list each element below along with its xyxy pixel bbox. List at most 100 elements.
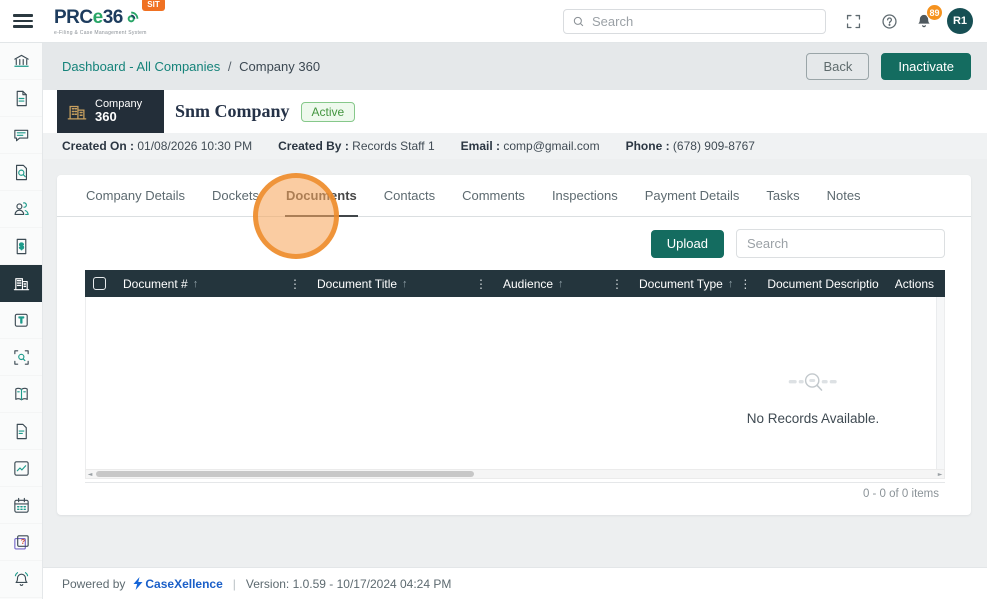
horizontal-scrollbar[interactable]: ◄ ► (85, 469, 945, 479)
col-document-title[interactable]: Document Title ↑ ⋮ (309, 270, 495, 297)
sidebar-item-filings[interactable] (0, 80, 42, 117)
sidebar-item-calendar[interactable] (0, 487, 42, 524)
global-search-input[interactable] (592, 13, 817, 29)
global-search[interactable] (563, 8, 826, 34)
grid-header: Document # ↑ ⋮ Document Title ↑ ⋮ Audien… (85, 270, 945, 297)
sidebar-item-users[interactable] (0, 191, 42, 228)
tab-contacts[interactable]: Contacts (383, 175, 436, 217)
app-root: { "colors": { "teal": "#146c60", "orange… (0, 0, 987, 599)
sidebar-nav: $ T ? (0, 43, 43, 599)
svg-text:T: T (18, 316, 23, 325)
sidebar-item-help[interactable]: ? (0, 524, 42, 561)
col-document-number[interactable]: Document # ↑ ⋮ (115, 270, 309, 297)
sidebar-item-companies[interactable] (0, 265, 42, 302)
column-menu-icon[interactable]: ⋮ (605, 277, 623, 291)
bank-icon (12, 52, 31, 71)
logo-swirl-icon (124, 10, 140, 26)
fullscreen-icon[interactable] (845, 13, 862, 30)
tab-payment-details[interactable]: Payment Details (644, 175, 741, 217)
meta-item: Email : comp@gmail.com (460, 139, 600, 153)
column-menu-icon[interactable]: ⋮ (283, 277, 301, 291)
empty-message: No Records Available. (746, 411, 880, 426)
breadcrumb: Dashboard - All Companies / Company 360 (62, 59, 320, 74)
pager-info: 0 - 0 of 0 items (862, 487, 939, 500)
sidebar-item-invoices[interactable]: $ (0, 228, 42, 265)
tab-comments[interactable]: Comments (461, 175, 526, 217)
company-name: Snm Company (175, 101, 290, 121)
sidebar-item-reports[interactable] (0, 450, 42, 487)
column-menu-icon[interactable]: ⋮ (733, 277, 751, 291)
inactivate-button[interactable]: Inactivate (881, 53, 971, 80)
breadcrumb-link[interactable]: Dashboard - All Companies (62, 59, 220, 74)
users-icon (12, 200, 31, 219)
vertical-scrollbar[interactable] (936, 297, 944, 469)
scroll-left-icon[interactable]: ◄ (86, 471, 94, 478)
col-document-type[interactable]: Document Type ↑ ⋮ (631, 270, 759, 297)
company-360-badge: Company 360 (57, 90, 164, 133)
tab-company-details[interactable]: Company Details (85, 175, 186, 217)
search-icon (573, 16, 584, 26)
calendar-icon (12, 496, 31, 515)
company-header: Company 360 Snm Company Active (43, 90, 987, 133)
documents-search-input[interactable] (736, 229, 945, 258)
back-button[interactable]: Back (806, 53, 870, 80)
breadcrumb-separator: / (227, 59, 232, 74)
page-footer: Powered by CaseXellence | Version: 1.0.5… (43, 567, 987, 599)
upload-button[interactable]: Upload (650, 229, 724, 258)
sidebar-item-institution[interactable] (0, 43, 42, 80)
sidebar-item-tasks[interactable]: T (0, 302, 42, 339)
sidebar-item-record-search[interactable] (0, 154, 42, 191)
meta-item: Created On : 01/08/2026 10:30 PM (62, 139, 253, 153)
meta-item: Created By : Records Staff 1 (278, 139, 435, 153)
scroll-right-icon[interactable]: ► (936, 471, 944, 478)
sort-asc-icon[interactable]: ↑ (193, 278, 199, 290)
logo-tagline: e-Filing & Case Management System (54, 29, 147, 36)
sidebar-item-messages[interactable] (0, 117, 42, 154)
app-logo: PRC e 36 e-Filing & Case Management System… (54, 0, 165, 36)
column-menu-icon[interactable]: ⋮ (934, 277, 945, 291)
scan-search-icon (12, 348, 31, 367)
brand-logo[interactable]: CaseXellence (133, 577, 223, 591)
sort-asc-icon[interactable]: ↑ (558, 278, 564, 290)
svg-text:$: $ (19, 242, 24, 251)
meta-item: Phone : (678) 909-8767 (625, 139, 755, 153)
chart-icon (12, 459, 31, 478)
col-audience[interactable]: Audience ↑ ⋮ (495, 270, 631, 297)
col-actions[interactable]: Actions ⋮ (887, 270, 945, 297)
building-icon (67, 105, 87, 120)
tab-dockets[interactable]: Dockets (211, 175, 260, 217)
logo-text: PRC (54, 6, 93, 28)
user-avatar[interactable]: R1 (947, 8, 973, 34)
notifications-bell[interactable]: 89 (915, 4, 943, 30)
sidebar-item-library[interactable] (0, 376, 42, 413)
version-label: Version: 1.0.59 - 10/17/2024 04:24 PM (245, 576, 452, 591)
sidebar-item-documents[interactable] (0, 413, 42, 450)
main-area: Dashboard - All Companies / Company 360 … (43, 43, 987, 599)
tab-inspections[interactable]: Inspections (551, 175, 619, 217)
company-badge-label-bottom: 360 (95, 109, 117, 125)
sidebar-item-notifications[interactable] (0, 561, 42, 598)
tab-strip: Company Details Dockets Documents Contac… (57, 175, 971, 217)
brand-bolt-icon (133, 577, 143, 590)
status-badge: Active (300, 101, 356, 122)
tab-notes[interactable]: Notes (826, 175, 862, 217)
building-icon (12, 274, 31, 293)
column-menu-icon[interactable]: ⋮ (469, 277, 487, 291)
tab-tasks[interactable]: Tasks (765, 175, 800, 217)
scrollbar-thumb[interactable] (96, 471, 474, 477)
sidebar-item-scan-search[interactable] (0, 339, 42, 376)
book-icon (12, 385, 31, 404)
help-stack-icon: ? (12, 533, 31, 552)
sort-asc-icon[interactable]: ↑ (402, 278, 408, 290)
col-document-description[interactable]: Document Descriptio (759, 270, 886, 297)
menu-toggle-icon[interactable] (13, 11, 33, 31)
doc-icon (12, 422, 31, 441)
documents-card: Company Details Dockets Documents Contac… (57, 175, 971, 515)
documents-toolbar: Upload (57, 217, 971, 270)
select-all-checkbox[interactable] (93, 277, 106, 290)
svg-text:?: ? (20, 537, 25, 546)
notification-count-badge: 89 (926, 4, 943, 21)
tab-documents[interactable]: Documents (284, 175, 358, 217)
grid-body: No Records Available. (85, 297, 945, 469)
help-icon[interactable] (881, 13, 898, 30)
